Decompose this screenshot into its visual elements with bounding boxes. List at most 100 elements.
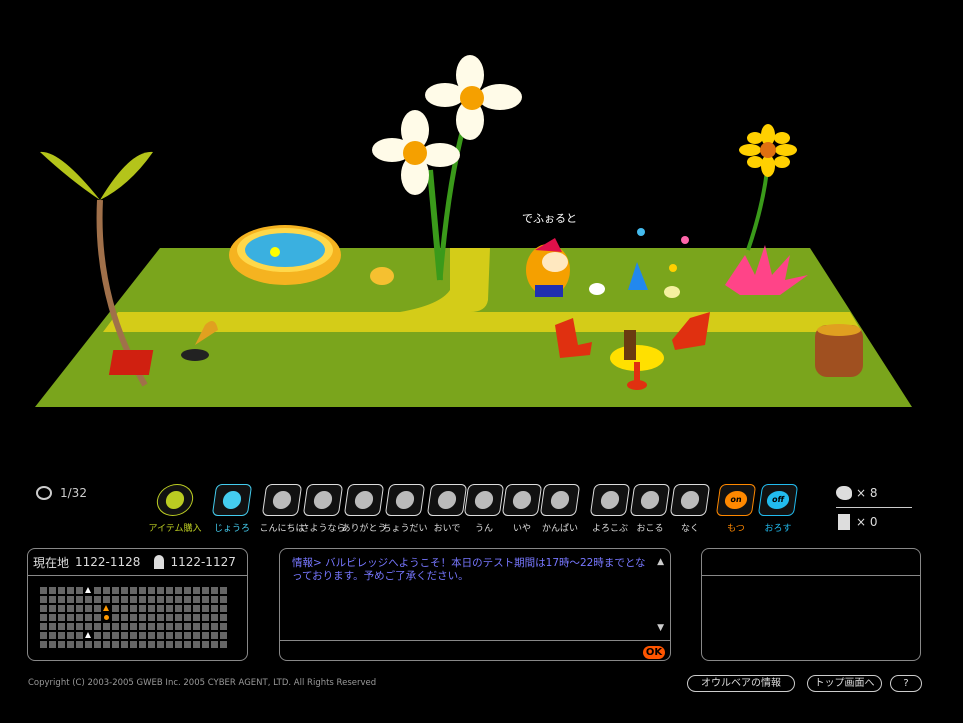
minimap-cell[interactable] <box>40 596 47 603</box>
minimap-cell[interactable] <box>139 587 146 594</box>
minimap-cell[interactable] <box>85 605 92 612</box>
scroll-up-button[interactable]: ▲ <box>657 557 664 567</box>
chat-input[interactable]: OK <box>280 640 670 661</box>
minimap-cell[interactable] <box>220 596 227 603</box>
minimap-cell[interactable] <box>157 623 164 630</box>
minimap-cell[interactable] <box>157 587 164 594</box>
minimap-cell[interactable] <box>202 605 209 612</box>
minimap-cell[interactable] <box>157 641 164 648</box>
minimap-cell[interactable] <box>67 605 74 612</box>
minimap-cell[interactable] <box>85 587 92 594</box>
minimap-cell[interactable] <box>112 605 119 612</box>
minimap-cell[interactable] <box>211 596 218 603</box>
minimap-cell[interactable] <box>49 641 56 648</box>
minimap-cell[interactable] <box>94 641 101 648</box>
minimap-cell[interactable] <box>67 632 74 639</box>
minimap-cell[interactable] <box>58 614 65 621</box>
minimap-cell[interactable] <box>139 641 146 648</box>
minimap-cell[interactable] <box>76 614 83 621</box>
minimap-cell[interactable] <box>94 587 101 594</box>
ok-button[interactable]: OK <box>643 646 665 659</box>
minimap-cell[interactable] <box>184 614 191 621</box>
minimap-cell[interactable] <box>184 596 191 603</box>
minimap-cell[interactable] <box>211 614 218 621</box>
minimap-cell[interactable] <box>211 632 218 639</box>
minimap-cell[interactable] <box>112 614 119 621</box>
minimap-cell[interactable] <box>103 641 110 648</box>
minimap-cell[interactable] <box>49 587 56 594</box>
minimap-cell[interactable] <box>166 614 173 621</box>
minimap-cell[interactable] <box>76 641 83 648</box>
minimap-cell[interactable] <box>58 596 65 603</box>
minimap-cell[interactable] <box>157 614 164 621</box>
minimap-cell[interactable] <box>166 596 173 603</box>
minimap-cell[interactable] <box>148 596 155 603</box>
minimap-cell[interactable] <box>130 587 137 594</box>
minimap-cell[interactable] <box>166 632 173 639</box>
minimap-cell[interactable] <box>202 632 209 639</box>
minimap-cell[interactable] <box>85 614 92 621</box>
minimap-cell[interactable] <box>193 641 200 648</box>
action-button-watering-can[interactable]: じょうろ <box>211 484 253 534</box>
minimap-cell[interactable] <box>193 587 200 594</box>
minimap-cell[interactable] <box>130 641 137 648</box>
player-bear[interactable] <box>526 238 570 297</box>
minimap-cell[interactable] <box>175 596 182 603</box>
minimap-cell[interactable] <box>166 641 173 648</box>
minimap-cell[interactable] <box>139 623 146 630</box>
minimap-cell[interactable] <box>148 632 155 639</box>
minimap-cell[interactable] <box>49 623 56 630</box>
owlbear-info-button[interactable]: オウルベアの情報 <box>687 675 795 692</box>
minimap-cell[interactable] <box>40 605 47 612</box>
minimap-cell[interactable] <box>193 605 200 612</box>
minimap-cell[interactable] <box>85 632 92 639</box>
minimap-cell[interactable] <box>130 632 137 639</box>
minimap-cell[interactable] <box>220 587 227 594</box>
minimap-cell[interactable] <box>40 614 47 621</box>
minimap-cell[interactable] <box>130 596 137 603</box>
minimap-cell[interactable] <box>49 605 56 612</box>
minimap-cell[interactable] <box>130 614 137 621</box>
minimap-cell[interactable] <box>166 587 173 594</box>
minimap-cell[interactable] <box>58 605 65 612</box>
minimap-cell[interactable] <box>40 632 47 639</box>
minimap-cell[interactable] <box>220 641 227 648</box>
help-button[interactable]: ? <box>890 675 922 692</box>
minimap[interactable] <box>40 587 227 648</box>
game-scene[interactable] <box>0 0 963 470</box>
minimap-cell[interactable] <box>85 596 92 603</box>
minimap-cell[interactable] <box>103 605 110 612</box>
minimap-cell[interactable] <box>202 596 209 603</box>
minimap-cell[interactable] <box>49 614 56 621</box>
minimap-cell[interactable] <box>220 632 227 639</box>
minimap-cell[interactable] <box>139 632 146 639</box>
top-page-button[interactable]: トップ画面へ <box>807 675 882 692</box>
minimap-cell[interactable] <box>220 623 227 630</box>
minimap-cell[interactable] <box>112 623 119 630</box>
minimap-cell[interactable] <box>49 632 56 639</box>
minimap-cell[interactable] <box>76 587 83 594</box>
minimap-cell[interactable] <box>85 641 92 648</box>
minimap-cell[interactable] <box>139 605 146 612</box>
minimap-cell[interactable] <box>166 605 173 612</box>
minimap-cell[interactable] <box>49 596 56 603</box>
minimap-cell[interactable] <box>202 623 209 630</box>
minimap-cell[interactable] <box>220 614 227 621</box>
minimap-cell[interactable] <box>121 587 128 594</box>
minimap-cell[interactable] <box>76 623 83 630</box>
minimap-cell[interactable] <box>211 587 218 594</box>
minimap-cell[interactable] <box>85 623 92 630</box>
minimap-cell[interactable] <box>157 596 164 603</box>
minimap-cell[interactable] <box>157 632 164 639</box>
action-button-cheers[interactable]: かんぱい <box>539 484 581 534</box>
minimap-cell[interactable] <box>193 632 200 639</box>
minimap-cell[interactable] <box>130 605 137 612</box>
minimap-cell[interactable] <box>58 587 65 594</box>
minimap-cell[interactable] <box>67 587 74 594</box>
minimap-cell[interactable] <box>67 596 74 603</box>
minimap-cell[interactable] <box>139 596 146 603</box>
minimap-cell[interactable] <box>175 632 182 639</box>
minimap-cell[interactable] <box>103 614 110 621</box>
minimap-cell[interactable] <box>157 605 164 612</box>
minimap-cell[interactable] <box>148 587 155 594</box>
